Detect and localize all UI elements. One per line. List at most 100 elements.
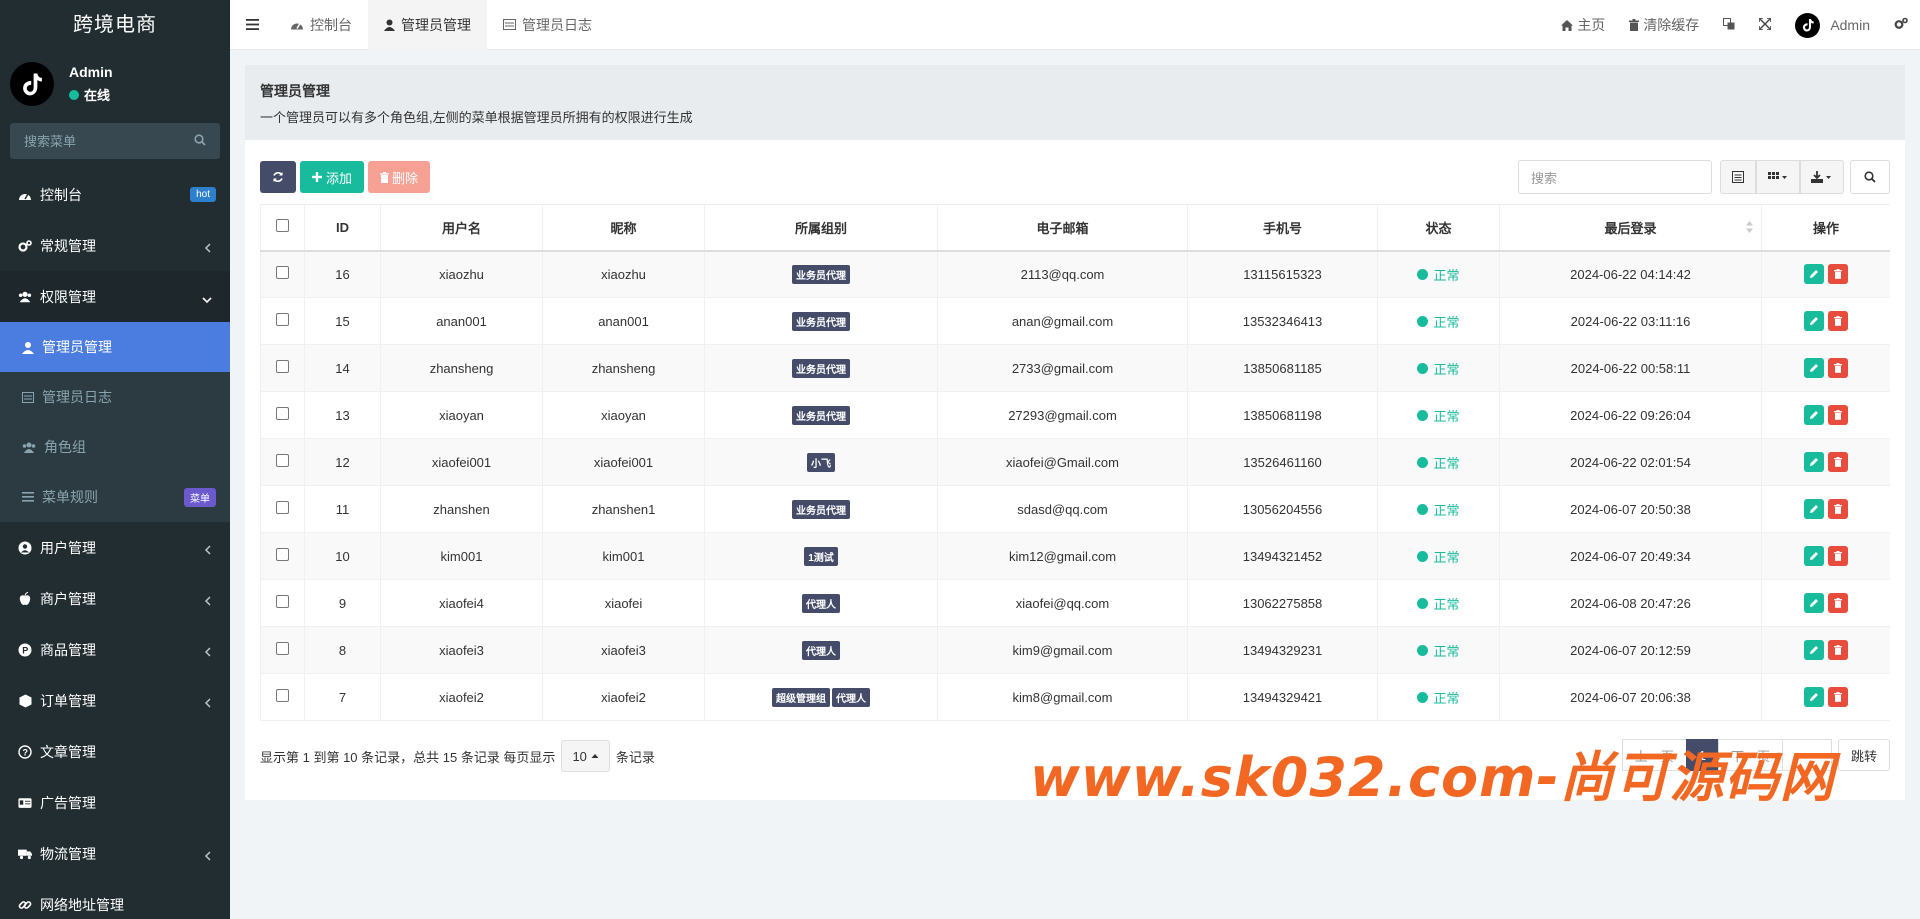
- toggle-view-button[interactable]: [1720, 160, 1756, 194]
- sidebar-item-general[interactable]: 常规管理: [0, 220, 230, 271]
- delete-row-button[interactable]: [1828, 546, 1848, 566]
- row-checkbox[interactable]: [276, 595, 289, 608]
- translate-button[interactable]: [1711, 0, 1747, 50]
- sidebar-item-role-group[interactable]: 角色组: [0, 422, 230, 472]
- pencil-icon: [1810, 552, 1818, 560]
- home-link[interactable]: 主页: [1549, 0, 1617, 50]
- cell-last-login: 2024-06-22 00:58:11: [1499, 344, 1762, 392]
- add-button[interactable]: 添加: [300, 161, 365, 193]
- sidebar-item-articles[interactable]: ? 文章管理: [0, 726, 230, 777]
- col-groups[interactable]: 所属组别: [704, 204, 938, 252]
- delete-row-button[interactable]: [1828, 593, 1848, 613]
- delete-row-button[interactable]: [1828, 311, 1848, 331]
- edit-button[interactable]: [1804, 311, 1824, 331]
- status-dot-icon: [1417, 597, 1429, 609]
- edit-button[interactable]: [1804, 593, 1824, 613]
- sidebar-item-logistics[interactable]: 物流管理: [0, 828, 230, 879]
- sidebar-item-permission[interactable]: 权限管理: [0, 271, 230, 322]
- edit-button[interactable]: [1804, 687, 1824, 707]
- settings-button[interactable]: [1882, 0, 1920, 50]
- sidebar-search-input[interactable]: [24, 133, 184, 149]
- delete-button[interactable]: 删除: [368, 161, 431, 193]
- export-dropdown[interactable]: [1800, 160, 1844, 194]
- row-checkbox[interactable]: [276, 266, 289, 280]
- row-checkbox[interactable]: [276, 689, 289, 702]
- delete-row-button[interactable]: [1828, 499, 1848, 519]
- search-icon[interactable]: [194, 134, 206, 149]
- row-checkbox[interactable]: [276, 501, 289, 514]
- row-checkbox[interactable]: [276, 360, 289, 373]
- edit-button[interactable]: [1804, 405, 1824, 425]
- sidebar-item-menu-rules[interactable]: 菜单规则 菜单: [0, 472, 230, 522]
- cell-status: 正常: [1377, 673, 1500, 721]
- edit-button[interactable]: [1804, 358, 1824, 378]
- refresh-button[interactable]: [260, 161, 296, 193]
- advanced-search-button[interactable]: [1850, 160, 1890, 194]
- sidebar-item-users[interactable]: 用户管理: [0, 522, 230, 573]
- delete-row-button[interactable]: [1828, 405, 1848, 425]
- table-row: 7 xiaofei2 xiaofei2 超级管理组 代理人 kim8@gmail.com 1…: [260, 673, 1890, 721]
- edit-button[interactable]: [1804, 264, 1824, 285]
- sidebar-item-label: 用户管理: [40, 539, 96, 556]
- delete-row-button[interactable]: [1828, 640, 1848, 660]
- sidebar-item-admin-manage[interactable]: 管理员管理: [0, 322, 230, 372]
- delete-row-button[interactable]: [1828, 687, 1848, 707]
- fullscreen-button[interactable]: [1747, 0, 1783, 50]
- col-nickname[interactable]: 昵称: [542, 204, 705, 252]
- select-all-checkbox[interactable]: [276, 219, 289, 233]
- sidebar-toggle-button[interactable]: [230, 0, 274, 50]
- delete-row-button[interactable]: [1828, 358, 1848, 378]
- list-icon: [1732, 171, 1744, 183]
- edit-button[interactable]: [1804, 452, 1824, 472]
- table-search-input[interactable]: 搜索: [1518, 160, 1712, 194]
- sidebar-item-ads[interactable]: 广告管理: [0, 777, 230, 828]
- sidebar-item-merchants[interactable]: 商户管理: [0, 573, 230, 624]
- col-actions: 操作: [1761, 204, 1890, 252]
- row-checkbox[interactable]: [276, 407, 289, 420]
- pencil-icon: [1810, 270, 1818, 279]
- columns-dropdown[interactable]: [1756, 160, 1800, 194]
- sidebar-item-products[interactable]: P 商品管理: [0, 624, 230, 675]
- col-mobile[interactable]: 手机号: [1187, 204, 1378, 252]
- edit-button[interactable]: [1804, 640, 1824, 660]
- tab-admin-manage[interactable]: 管理员管理: [368, 0, 487, 50]
- dashboard-icon: [18, 188, 32, 202]
- edit-button[interactable]: [1804, 546, 1824, 566]
- row-checkbox[interactable]: [276, 313, 289, 326]
- col-id[interactable]: ID: [304, 204, 381, 252]
- sidebar-item-orders[interactable]: 订单管理: [0, 675, 230, 726]
- clear-cache-button[interactable]: 清除缓存: [1617, 0, 1711, 50]
- cell-groups: 超级管理组 代理人: [704, 673, 938, 721]
- select-all-cell: [260, 204, 305, 252]
- row-select-cell: [260, 391, 305, 439]
- tab-admin-log[interactable]: 管理员日志: [487, 0, 608, 50]
- col-status[interactable]: 状态: [1377, 204, 1500, 252]
- sidebar-item-admin-log[interactable]: 管理员日志: [0, 372, 230, 422]
- row-checkbox[interactable]: [276, 454, 289, 467]
- tab-label: 管理员日志: [522, 16, 592, 33]
- group-badge: 代理人: [802, 593, 840, 613]
- product-icon: P: [18, 643, 32, 657]
- delete-row-button[interactable]: [1828, 264, 1848, 285]
- col-email[interactable]: 电子邮箱: [937, 204, 1188, 252]
- row-checkbox[interactable]: [276, 548, 289, 561]
- user-menu[interactable]: Admin: [1783, 0, 1882, 50]
- cell-nickname: xiaoyan: [542, 391, 705, 439]
- edit-button[interactable]: [1804, 499, 1824, 519]
- cell-actions: [1761, 344, 1890, 392]
- trash-icon: [1834, 410, 1842, 420]
- sidebar-item-network[interactable]: 网络地址管理: [0, 879, 230, 919]
- delete-row-button[interactable]: [1828, 452, 1848, 472]
- row-checkbox[interactable]: [276, 642, 289, 655]
- jump-button[interactable]: 跳转: [1837, 739, 1890, 771]
- col-username[interactable]: 用户名: [380, 204, 543, 252]
- app-logo[interactable]: 跨境电商: [0, 0, 230, 50]
- col-last-login[interactable]: 最后登录: [1499, 204, 1762, 252]
- trash-icon: [1834, 551, 1842, 561]
- page-size-dropdown[interactable]: 10: [561, 740, 610, 772]
- group-badge: 业务员代理: [792, 358, 850, 378]
- user-name: Admin: [69, 64, 113, 80]
- status-dot-icon: [1417, 644, 1429, 656]
- tab-dashboard[interactable]: 控制台: [274, 0, 368, 50]
- sidebar-item-dashboard[interactable]: 控制台 hot: [0, 169, 230, 220]
